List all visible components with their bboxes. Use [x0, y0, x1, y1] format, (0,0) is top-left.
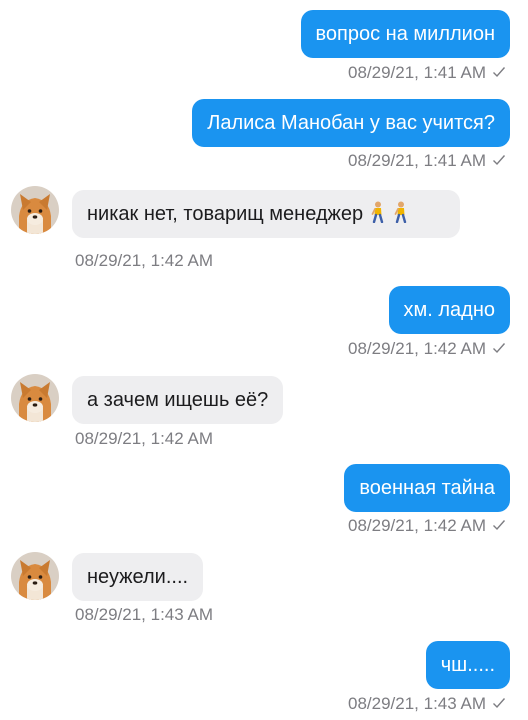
message-timestamp: 08/29/21, 1:43 AM — [75, 605, 213, 624]
message-bubble-outgoing[interactable]: вопрос на миллион — [300, 10, 510, 58]
message-bubble-incoming[interactable]: неужели.... — [72, 553, 204, 601]
person-walking-icon — [394, 201, 407, 224]
checkmark-icon — [493, 698, 506, 709]
shiba-dog-avatar-icon — [11, 374, 59, 422]
message-bubble-incoming[interactable]: а зачем ищешь её? — [72, 376, 284, 424]
message-timestamp: 08/29/21, 1:42 AM — [75, 251, 213, 270]
message-timestamp: 08/29/21, 1:41 AM — [348, 63, 486, 82]
message-bubble-outgoing[interactable]: чш..... — [425, 641, 510, 689]
shiba-dog-avatar-icon — [11, 186, 59, 234]
checkmark-icon — [493, 520, 506, 531]
message-meta: 08/29/21, 1:42 AM — [348, 338, 506, 360]
message-meta: 08/29/21, 1:43 AM — [348, 693, 506, 715]
message-meta: 08/29/21, 1:41 AM — [348, 62, 506, 84]
message-timestamp: 08/29/21, 1:43 AM — [348, 694, 486, 713]
chat-thread: вопрос на миллион 08/29/21, 1:41 AM Лали… — [0, 0, 528, 720]
message-meta: 08/29/21, 1:41 AM — [348, 150, 506, 172]
avatar[interactable] — [11, 186, 59, 234]
message-timestamp: 08/29/21, 1:42 AM — [348, 516, 486, 535]
checkmark-icon — [493, 155, 506, 166]
message-bubble-outgoing[interactable]: военная тайна — [344, 464, 510, 512]
person-walking-icon — [371, 201, 383, 224]
message-bubble-outgoing[interactable]: Лалиса Манобан у вас учится? — [192, 99, 510, 147]
message-timestamp: 08/29/21, 1:42 AM — [348, 339, 486, 358]
message-timestamp: 08/29/21, 1:41 AM — [348, 151, 486, 170]
shiba-dog-avatar-icon — [11, 552, 59, 600]
message-bubble-outgoing[interactable]: хм. ладно — [388, 286, 510, 334]
message-bubble-incoming[interactable]: никак нет, товарищ менеджер — [72, 190, 460, 238]
message-text: никак нет, товарищ менеджер — [87, 203, 364, 225]
avatar[interactable] — [11, 552, 59, 600]
avatar[interactable] — [11, 374, 59, 422]
message-timestamp: 08/29/21, 1:42 AM — [75, 429, 213, 448]
checkmark-icon — [493, 67, 506, 78]
checkmark-icon — [493, 343, 506, 354]
message-meta: 08/29/21, 1:42 AM — [348, 515, 506, 537]
